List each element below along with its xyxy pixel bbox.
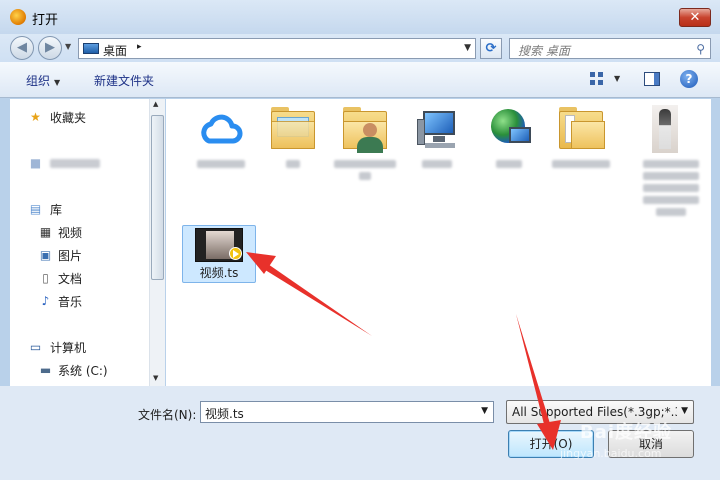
blurred-label: [546, 160, 616, 172]
filename-value[interactable]: 视频.ts: [205, 405, 244, 422]
desktop-icon: [83, 43, 99, 54]
blurred-label: [402, 160, 472, 172]
folder-icon: [557, 105, 605, 153]
star-icon: ★: [30, 110, 41, 124]
close-button[interactable]: ✕: [679, 8, 711, 27]
scroll-up-icon[interactable]: ▲: [153, 100, 158, 108]
back-button[interactable]: ◀: [10, 36, 34, 60]
forward-button[interactable]: ▶: [38, 36, 62, 60]
sidebar-item-videos[interactable]: ▦ 视频: [10, 222, 150, 242]
watermark-url: jingyan.baidu.com: [560, 447, 662, 460]
watermark-logo: Bai度经验: [580, 422, 673, 443]
search-icon[interactable]: ⚲: [696, 42, 705, 56]
film-icon: ▦: [39, 225, 52, 239]
blurred-label: [50, 159, 100, 168]
new-folder-button[interactable]: 新建文件夹: [94, 72, 154, 89]
computer-icon: [413, 105, 461, 153]
blurred-label: [258, 160, 328, 172]
document-icon: ▯: [42, 271, 49, 285]
sidebar-item-computer[interactable]: ▭ 计算机: [10, 337, 150, 357]
selected-file-item[interactable]: 视频.ts: [182, 225, 256, 283]
picture-icon: ▣: [39, 248, 52, 262]
sidebar-item-label: 视频: [58, 226, 83, 240]
scroll-down-icon[interactable]: ▼: [153, 374, 158, 382]
blurred-label: [186, 160, 256, 172]
address-bar-row: ◀ ▶ ▼ 桌面 ▸ ▼ ⟳ 搜索 桌面 ⚲: [0, 34, 720, 62]
sidebar-item-label: 收藏夹: [50, 111, 87, 125]
blurred-label: [636, 160, 706, 220]
music-note-icon: ♪: [41, 294, 50, 308]
address-location[interactable]: 桌面: [103, 42, 127, 59]
organize-menu[interactable]: 组织 ▼: [26, 72, 60, 89]
navigation-pane: ★ 收藏夹 ■ ▤ 库 ▦ 视频 ▣ 图片 ▯ 文档 ♪ 音乐 ▭ 计算机 ▬ …: [10, 99, 165, 386]
sidebar-item-label: 系统 (C:): [58, 364, 108, 378]
sidebar-item-label: 图片: [58, 249, 83, 263]
globe-icon: [485, 105, 533, 153]
preview-pane-icon[interactable]: [644, 72, 660, 86]
sidebar-item-libraries[interactable]: ▤ 库: [10, 199, 150, 219]
sidebar-scroll-thumb[interactable]: [151, 115, 164, 280]
filename-input[interactable]: 视频.ts ▼: [200, 401, 494, 423]
blurred-label: [330, 160, 400, 184]
refresh-button[interactable]: ⟳: [480, 38, 502, 59]
filename-dropdown-icon[interactable]: ▼: [481, 406, 488, 416]
sidebar-item-documents[interactable]: ▯ 文档: [10, 268, 150, 288]
user-folder-icon: [341, 105, 389, 153]
blurred-label: [474, 160, 544, 172]
app-icon: [10, 9, 26, 25]
breadcrumb-chevron-icon[interactable]: ▸: [137, 42, 142, 52]
photo-thumbnail-icon: [652, 105, 678, 153]
file-type-dropdown-icon[interactable]: ▼: [681, 406, 688, 416]
search-input[interactable]: 搜索 桌面 ⚲: [509, 38, 711, 59]
library-icon: ▤: [29, 202, 42, 216]
address-dropdown-icon[interactable]: ▼: [464, 43, 471, 53]
filename-label: 文件名(N):: [138, 408, 197, 422]
folder-icon: [269, 105, 317, 153]
sidebar-item-blurred[interactable]: ■: [10, 153, 150, 173]
file-type-value: All Supported Files(*.3gp;*.3g: [512, 405, 677, 419]
video-thumbnail-icon: [195, 228, 243, 262]
sidebar-item-music[interactable]: ♪ 音乐: [10, 291, 150, 311]
sidebar-item-drive-c[interactable]: ▬ 系统 (C:): [10, 360, 150, 380]
cloud-icon: [201, 114, 243, 144]
view-options-icon[interactable]: [590, 72, 606, 86]
help-icon[interactable]: ?: [680, 70, 698, 88]
sidebar-item-label: 计算机: [50, 341, 87, 355]
address-field[interactable]: 桌面 ▸ ▼: [78, 38, 476, 59]
network-icon: ■: [29, 156, 42, 170]
title-bar: 打开 ✕: [0, 0, 720, 34]
window-title: 打开: [32, 13, 59, 28]
selected-file-name: 视频.ts: [199, 266, 239, 280]
sidebar-item-pictures[interactable]: ▣ 图片: [10, 245, 150, 265]
computer-icon: ▭: [29, 340, 42, 354]
sidebar-item-label: 文档: [58, 272, 83, 286]
command-toolbar: 组织 ▼ 新建文件夹 ▼ ?: [0, 62, 720, 98]
search-placeholder: 搜索 桌面: [518, 44, 570, 58]
sidebar-item-label: 库: [50, 203, 63, 217]
view-dropdown-icon[interactable]: ▼: [614, 74, 620, 83]
sidebar-item-favorites[interactable]: ★ 收藏夹: [10, 107, 150, 127]
history-dropdown-icon[interactable]: ▼: [65, 42, 71, 51]
sidebar-item-label: 音乐: [58, 295, 83, 309]
drive-icon: ▬: [39, 363, 52, 377]
